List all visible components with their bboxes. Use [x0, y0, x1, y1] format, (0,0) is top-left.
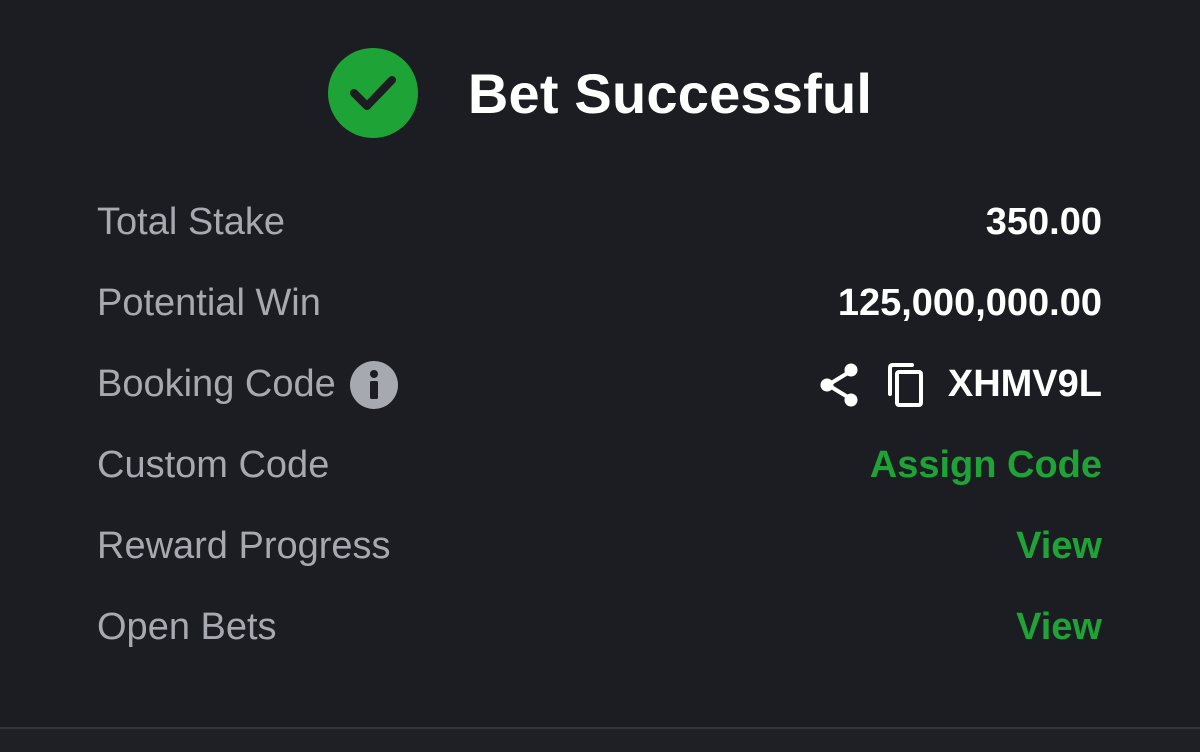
- potential-win-row: Potential Win 125,000,000.00: [97, 263, 1102, 344]
- booking-code-value-group: XHMV9L: [818, 362, 1102, 408]
- potential-win-label: Potential Win: [97, 282, 321, 324]
- booking-code-row: Booking Code XHMV9L: [97, 344, 1102, 425]
- total-stake-label: Total Stake: [97, 201, 285, 243]
- copy-icon[interactable]: [884, 362, 926, 408]
- open-bets-view-link[interactable]: View: [1016, 606, 1102, 649]
- bet-summary-list: Total Stake 350.00 Potential Win 125,000…: [97, 182, 1102, 668]
- reward-progress-row: Reward Progress View: [97, 506, 1102, 587]
- check-circle-icon: [327, 48, 418, 138]
- bottom-strip: [0, 729, 1200, 752]
- potential-win-value: 125,000,000.00: [837, 282, 1102, 324]
- total-stake-row: Total Stake 350.00: [97, 182, 1102, 263]
- share-icon[interactable]: [818, 362, 862, 408]
- booking-code-value[interactable]: XHMV9L: [948, 363, 1102, 406]
- bet-success-header: Bet Successful: [0, 48, 1200, 138]
- reward-progress-label: Reward Progress: [97, 525, 391, 567]
- page-title: Bet Successful: [467, 61, 873, 125]
- total-stake-value: 350.00: [985, 201, 1102, 243]
- assign-code-link[interactable]: Assign Code: [870, 444, 1102, 487]
- reward-progress-view-link[interactable]: View: [1016, 525, 1102, 568]
- custom-code-label: Custom Code: [97, 444, 330, 486]
- open-bets-label: Open Bets: [97, 606, 277, 648]
- custom-code-row: Custom Code Assign Code: [97, 425, 1102, 506]
- booking-code-label-group: Booking Code: [97, 360, 398, 409]
- bet-success-panel: Bet Successful Total Stake 350.00 Potent…: [0, 0, 1200, 752]
- info-icon[interactable]: [349, 360, 398, 409]
- open-bets-row: Open Bets View: [97, 587, 1102, 668]
- booking-code-label: Booking Code: [97, 363, 336, 405]
